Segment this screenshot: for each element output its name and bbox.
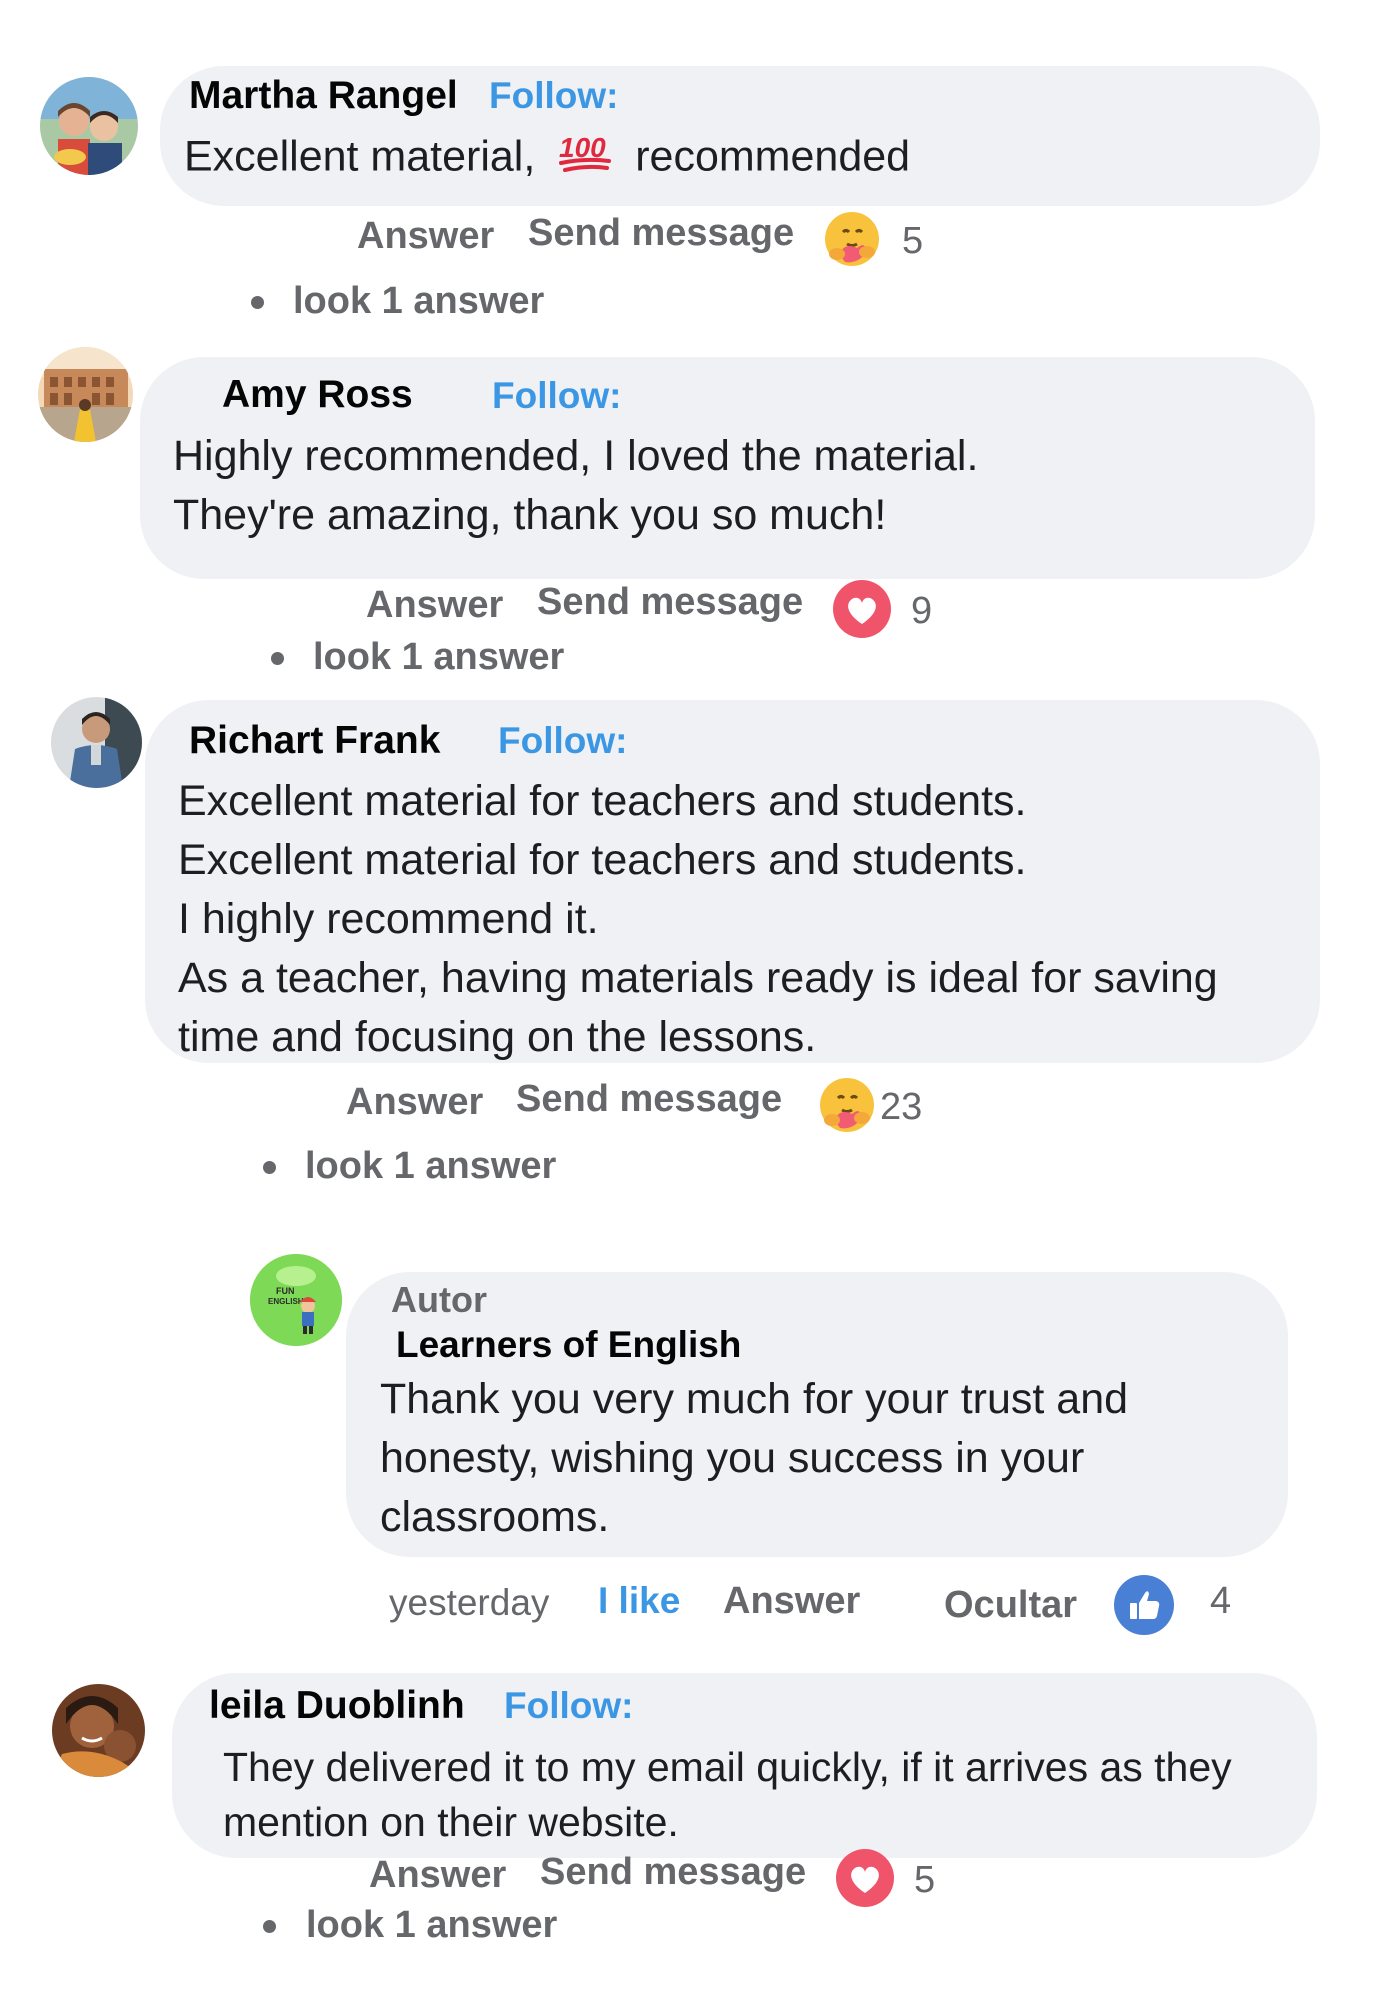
reaction-count: 9 [911, 590, 933, 632]
view-replies-link[interactable]: look 1 answer [293, 280, 544, 323]
view-replies-link[interactable]: look 1 answer [306, 1904, 557, 1947]
reply-author[interactable]: Learners of English [396, 1324, 741, 1366]
hug-reaction-icon[interactable] [818, 1076, 876, 1134]
comment-text: They delivered it to my email quickly, i… [223, 1744, 1232, 1845]
avatar[interactable] [51, 697, 142, 788]
answer-button[interactable]: Answer [723, 1580, 860, 1623]
comment-author[interactable]: Martha Rangel [189, 74, 458, 118]
hug-reaction-icon[interactable] [823, 210, 881, 268]
bullet [271, 652, 284, 665]
send-message-button[interactable]: Send message [528, 212, 794, 255]
comment-text: Excellent material for teachers and stud… [178, 777, 1218, 1061]
reply-timestamp: yesterday [389, 1582, 550, 1623]
comment-author[interactable]: leila Duoblinh [209, 1684, 465, 1728]
follow-button[interactable]: Follow: [492, 375, 621, 417]
follow-button[interactable]: Follow: [498, 720, 627, 762]
author-avatar[interactable]: FUN ENGLISH [250, 1254, 342, 1346]
answer-button[interactable]: Answer [369, 1854, 506, 1897]
reaction-count: 5 [902, 220, 924, 262]
reaction-count: 23 [880, 1086, 923, 1128]
send-message-button[interactable]: Send message [537, 581, 803, 624]
answer-button[interactable]: Answer [346, 1081, 483, 1124]
answer-button[interactable]: Answer [357, 215, 494, 258]
view-replies-link[interactable]: look 1 answer [313, 636, 564, 679]
bullet [263, 1920, 276, 1933]
bullet [263, 1161, 276, 1174]
like-reaction-icon[interactable] [1114, 1575, 1174, 1635]
avatar-logo-text: ENGLISH [268, 1297, 304, 1306]
follow-button[interactable]: Follow: [504, 1685, 633, 1727]
comment-text: Excellent material, 100 recommended [184, 127, 910, 191]
avatar-logo-text: FUN [276, 1286, 295, 1296]
avatar[interactable] [40, 77, 138, 175]
bullet [251, 296, 264, 309]
reaction-count: 4 [1210, 1580, 1232, 1622]
love-reaction-icon[interactable] [836, 1849, 894, 1907]
like-button[interactable]: I like [598, 1580, 680, 1622]
follow-button[interactable]: Follow: [489, 75, 618, 117]
answer-button[interactable]: Answer [366, 584, 503, 627]
comment-text-part: Excellent material, [184, 132, 536, 181]
reaction-count: 5 [914, 1859, 936, 1901]
comment-author[interactable]: Richart Frank [189, 719, 440, 763]
comment-text-part: recommended [635, 132, 911, 181]
send-message-button[interactable]: Send message [540, 1851, 806, 1894]
comment-text: Highly recommended, I loved the material… [173, 432, 979, 539]
reply-text: Thank you very much for your trust and h… [380, 1375, 1129, 1541]
love-reaction-icon[interactable] [833, 580, 891, 638]
comment-author[interactable]: Amy Ross [222, 373, 413, 417]
author-role-label: Autor [391, 1279, 487, 1320]
view-replies-link[interactable]: look 1 answer [305, 1145, 556, 1188]
hide-button[interactable]: Ocultar [944, 1584, 1077, 1627]
avatar[interactable] [52, 1684, 145, 1777]
send-message-button[interactable]: Send message [516, 1078, 782, 1121]
avatar[interactable] [38, 347, 133, 442]
hundred-points-icon: 100 [557, 127, 613, 191]
